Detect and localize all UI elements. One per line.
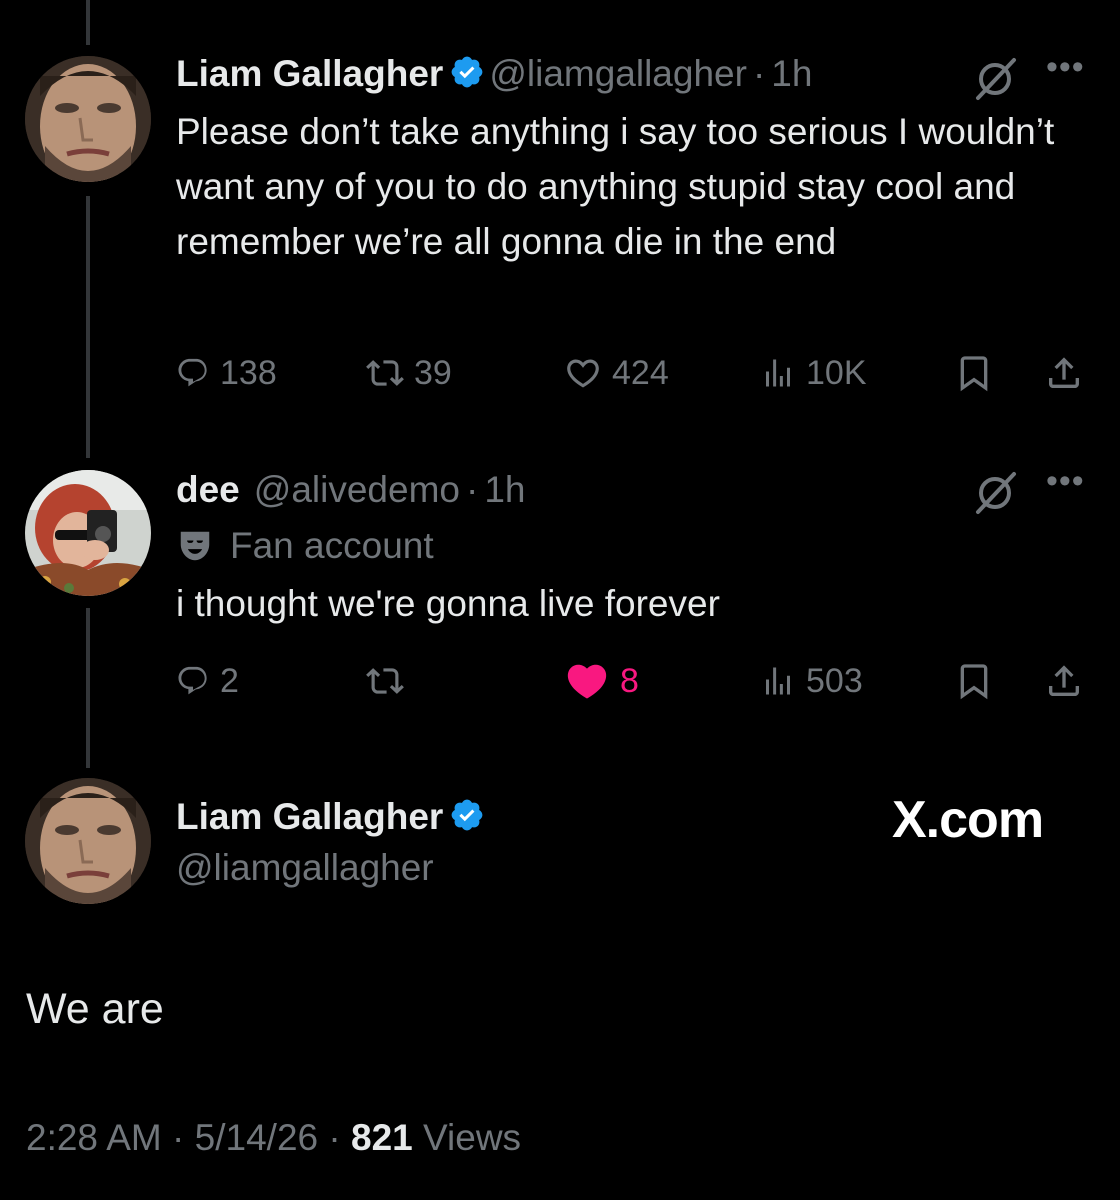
tweet-date[interactable]: 5/14/26 xyxy=(195,1117,318,1158)
views-button[interactable]: 10K xyxy=(760,348,867,398)
views-count: 503 xyxy=(806,661,863,700)
repost-icon xyxy=(366,360,404,386)
separator: · xyxy=(465,469,479,510)
reply-count: 138 xyxy=(220,353,277,392)
views-button[interactable]: 503 xyxy=(760,656,863,706)
reply-button[interactable]: 2 xyxy=(176,656,239,706)
like-count: 8 xyxy=(620,661,639,700)
thread-line-top xyxy=(86,0,90,45)
main-author-row: Liam Gallagher xyxy=(176,795,489,843)
tweet-meta: 2:28 AM · 5/14/26 · 821 Views xyxy=(26,1116,521,1160)
like-button[interactable]: 8 xyxy=(564,656,639,706)
separator: · xyxy=(752,53,766,94)
separator: · xyxy=(328,1117,341,1158)
share-button[interactable] xyxy=(1044,348,1084,398)
author-name[interactable]: Liam Gallagher xyxy=(176,796,443,837)
timestamp[interactable]: 1h xyxy=(484,469,525,510)
repost-button[interactable]: 39 xyxy=(366,348,452,398)
heart-icon xyxy=(567,359,599,388)
share-icon xyxy=(1049,665,1079,696)
tweet-header: dee @alivedemo · 1h xyxy=(176,468,525,512)
author-handle[interactable]: @liamgallagher xyxy=(489,53,747,94)
avatar[interactable] xyxy=(25,56,151,182)
reply-button[interactable]: 138 xyxy=(176,348,277,398)
timestamp[interactable]: 1h xyxy=(771,53,812,94)
main-tweet-text: We are xyxy=(26,985,164,1033)
author-name[interactable]: Liam Gallagher xyxy=(176,53,443,94)
repost-count: 39 xyxy=(414,353,452,392)
avatar-photo xyxy=(25,56,151,182)
views-chart-icon xyxy=(766,359,790,387)
tweet-actions: 2 8 503 xyxy=(176,656,1094,706)
avatar[interactable] xyxy=(25,470,151,596)
repost-icon xyxy=(366,668,404,694)
share-button[interactable] xyxy=(1044,656,1084,706)
reply-count: 2 xyxy=(220,661,239,700)
author-handle[interactable]: @alivedemo xyxy=(254,469,460,510)
more-options-icon[interactable]: ••• xyxy=(1046,462,1085,501)
thread-line-1 xyxy=(86,196,90,458)
fan-account-badge: Fan account xyxy=(176,524,434,568)
tweet-actions: 138 39 424 10K xyxy=(176,348,1094,398)
theater-mask-icon xyxy=(180,531,210,561)
bookmark-button[interactable] xyxy=(954,348,994,398)
thread-line-2 xyxy=(86,608,90,768)
author-handle[interactable]: @liamgallagher xyxy=(176,846,434,890)
bookmark-icon xyxy=(960,356,988,392)
views-count: 10K xyxy=(806,353,867,392)
grok-icon[interactable] xyxy=(972,56,1018,107)
more-options-icon[interactable]: ••• xyxy=(1046,48,1085,87)
bookmark-button[interactable] xyxy=(954,656,994,706)
tweet-text: Please don’t take anything i say too ser… xyxy=(176,111,1055,262)
x-com-watermark: X.com xyxy=(892,791,1044,849)
share-icon xyxy=(1049,357,1079,388)
like-button[interactable]: 424 xyxy=(564,348,669,398)
views-label: Views xyxy=(423,1117,522,1158)
bookmark-icon xyxy=(960,664,988,700)
separator: · xyxy=(172,1117,185,1158)
tweet-text: i thought we're gonna live forever xyxy=(176,583,720,624)
views-chart-icon xyxy=(766,667,790,695)
avatar-photo xyxy=(25,470,151,596)
avatar-photo xyxy=(25,778,151,904)
like-count: 424 xyxy=(612,353,669,392)
tweet-header: Liam Gallagher @liamgallagher · 1h xyxy=(176,52,812,100)
heart-filled-icon xyxy=(567,664,607,699)
reply-icon xyxy=(178,358,207,387)
tweet-time[interactable]: 2:28 AM xyxy=(26,1117,162,1158)
reply-icon xyxy=(178,666,207,695)
verified-badge-icon xyxy=(449,54,485,100)
verified-badge-icon xyxy=(449,797,485,843)
avatar[interactable] xyxy=(25,778,151,904)
views-count[interactable]: 821 xyxy=(351,1117,413,1158)
repost-button[interactable] xyxy=(366,656,404,706)
author-name[interactable]: dee xyxy=(176,469,240,510)
badge-label: Fan account xyxy=(230,525,434,566)
grok-icon[interactable] xyxy=(972,470,1018,521)
